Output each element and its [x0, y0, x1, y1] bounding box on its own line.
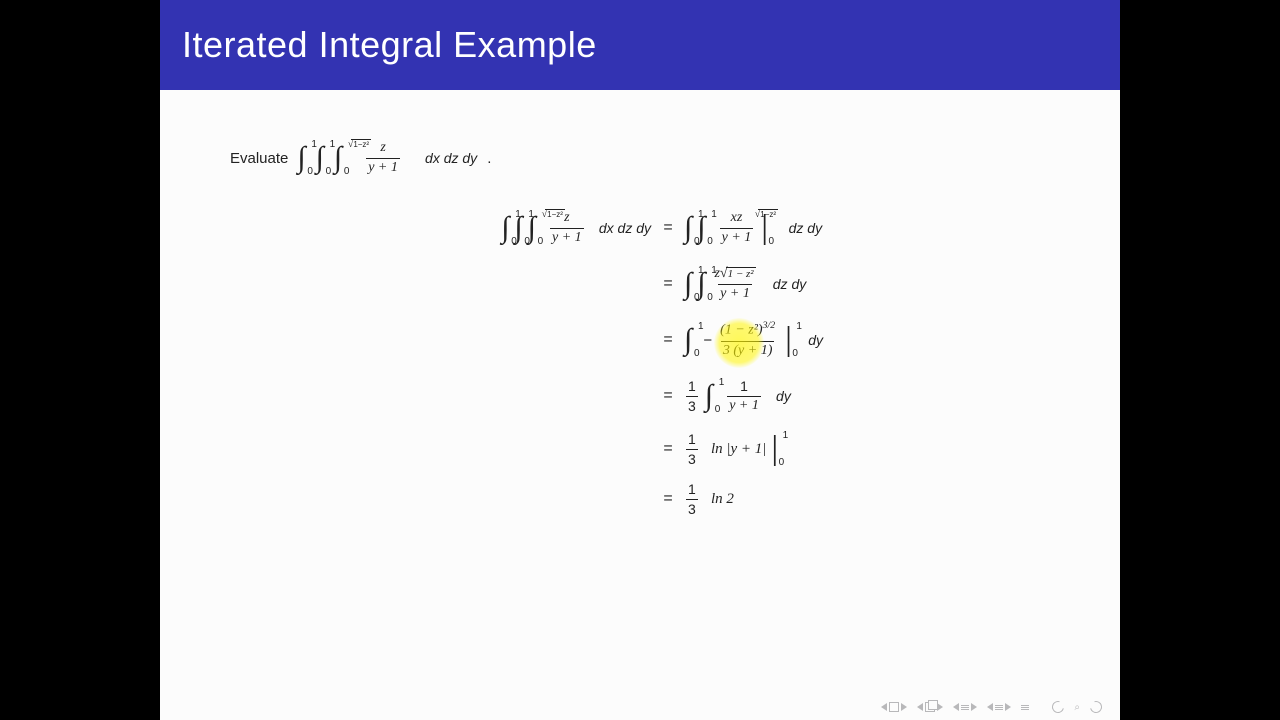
slide-title: Iterated Integral Example	[182, 24, 597, 66]
bars-icon	[961, 705, 969, 710]
inner-integral: ∫ 1−z² 0	[334, 143, 342, 173]
nav-slide-prev[interactable]	[917, 702, 943, 712]
nav-frame[interactable]	[1021, 705, 1029, 710]
mid-integral: ∫ 1 0	[316, 143, 324, 173]
square-icon	[889, 702, 899, 712]
nav-subslide-next[interactable]	[987, 703, 1011, 711]
bars-icon	[1021, 705, 1029, 710]
slide: Iterated Integral Example Evaluate ∫ 1 0…	[160, 0, 1120, 720]
derivation-row: = 1 3 ∫ 1 0 1 y + 1 dy	[395, 368, 825, 424]
bars-icon	[995, 705, 1003, 710]
rhs: ∫ 1 0 ∫ 1 0 xz y + 1 | 1−z² 0	[683, 210, 824, 247]
beamer-nav: ⌕	[881, 700, 1102, 714]
derivation-row: ∫ 1 0 ∫ 1 0 ∫ 1−z² 0 z y + 1	[395, 200, 825, 256]
prompt-prefix: Evaluate	[230, 150, 288, 167]
derivation-row: = 1 3 ln 2	[395, 474, 825, 524]
prompt-suffix: .	[487, 150, 491, 167]
lhs: ∫ 1 0 ∫ 1 0 ∫ 1−z² 0 z y + 1	[395, 210, 653, 247]
derivation-row: = 1 3 ln |y + 1| | 1 0	[395, 424, 825, 474]
redo-icon[interactable]	[1088, 699, 1104, 715]
derivation-row: = ∫ 1 0 − (1 − z²)3/2 3 (y + 1) | 1 0	[395, 312, 825, 368]
eval-bar: | 1−z² 0	[761, 211, 768, 245]
derivation: ∫ 1 0 ∫ 1 0 ∫ 1−z² 0 z y + 1	[395, 200, 825, 524]
integrand: z y + 1	[366, 140, 400, 177]
undo-icon[interactable]	[1050, 699, 1066, 715]
differential: dx dz dy	[425, 150, 477, 166]
prompt-line: Evaluate ∫ 1 0 ∫ 1 0 ∫ 1−z² 0 z y + 1	[230, 140, 491, 177]
title-bar: Iterated Integral Example	[160, 0, 1120, 90]
outer-integral: ∫ 1 0	[297, 143, 305, 173]
nav-subslide-prev[interactable]	[953, 703, 977, 711]
nav-search-icon[interactable]: ⌕	[1074, 702, 1080, 713]
stack-icon	[925, 702, 935, 712]
derivation-row: = ∫ 1 0 ∫ 1 0 z1 − z² y + 1 dz dy	[395, 256, 825, 312]
equals-sign: =	[653, 219, 683, 237]
nav-slide-first[interactable]	[881, 702, 907, 712]
